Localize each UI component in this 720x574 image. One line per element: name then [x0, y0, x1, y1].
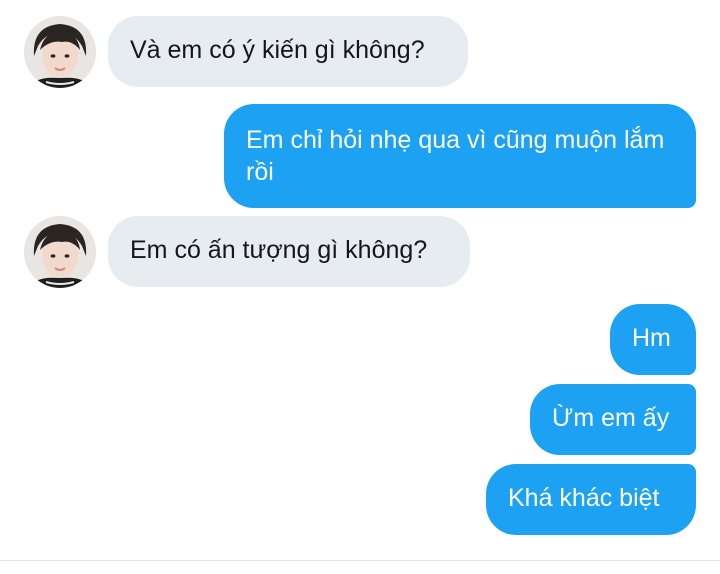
outgoing-message-bubble[interactable]: Em chỉ hỏi nhẹ qua vì cũng muộn lắm rồi — [224, 104, 696, 208]
chat-thread: Và em có ý kiến gì không? Em chỉ hỏi nhẹ… — [0, 0, 720, 574]
message-text: Ừm em ấy — [552, 404, 670, 432]
message-text: Em chỉ hỏi nhẹ qua vì cũng muộn lắm rồi — [246, 126, 665, 186]
outgoing-message-bubble[interactable]: Hm — [610, 304, 696, 375]
avatar-photo-icon — [24, 16, 96, 88]
incoming-message-bubble[interactable]: Và em có ý kiến gì không? — [108, 16, 468, 87]
outgoing-message-bubble[interactable]: Ừm em ấy — [530, 384, 696, 455]
message-text: Và em có ý kiến gì không? — [130, 36, 425, 64]
contact-avatar[interactable] — [24, 16, 96, 88]
outgoing-message-bubble[interactable]: Khá khác biệt — [486, 464, 696, 535]
avatar-photo-icon — [24, 216, 96, 288]
message-text: Khá khác biệt — [508, 484, 660, 512]
divider — [0, 560, 720, 561]
contact-avatar[interactable] — [24, 216, 96, 288]
message-text: Em có ấn tượng gì không? — [130, 236, 428, 264]
message-text: Hm — [632, 324, 671, 352]
incoming-message-bubble[interactable]: Em có ấn tượng gì không? — [108, 216, 470, 287]
